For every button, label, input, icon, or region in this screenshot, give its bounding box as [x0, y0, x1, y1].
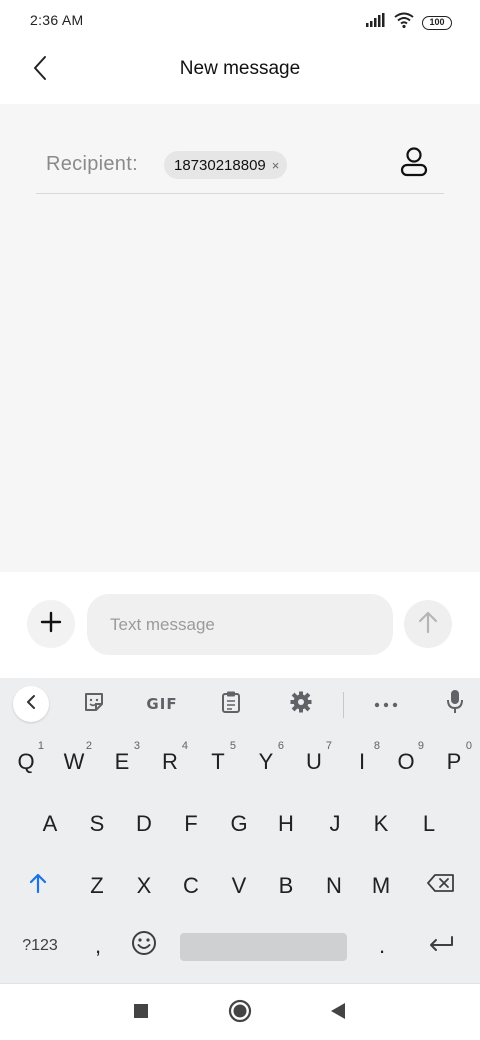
key-m[interactable]: M [357, 858, 405, 914]
enter-key[interactable] [416, 918, 466, 974]
more-horizontal-icon [374, 695, 398, 713]
keyboard-settings-button[interactable] [283, 686, 319, 722]
recents-button[interactable] [126, 998, 156, 1028]
enter-return-icon [427, 933, 455, 959]
key-k[interactable]: K [357, 796, 405, 852]
shift-arrow-icon [28, 872, 48, 900]
send-button[interactable] [404, 600, 452, 648]
square-icon [133, 1003, 149, 1024]
keyboard-toolbar: GIF [0, 678, 480, 730]
key-s[interactable]: S [73, 796, 121, 852]
recipient-row: Recipient: 18730218809 × [36, 134, 444, 194]
key-t[interactable]: T5 [194, 734, 242, 790]
attach-button[interactable] [27, 600, 75, 648]
triangle-back-icon [330, 1002, 346, 1025]
nav-back-button[interactable] [323, 998, 353, 1028]
circle-icon [228, 999, 252, 1028]
arrow-up-icon [417, 610, 439, 639]
recipient-chip-value: 18730218809 [174, 156, 266, 174]
voice-input-button[interactable] [437, 686, 473, 722]
contact-picker-button[interactable] [398, 146, 430, 182]
system-nav-bar [0, 983, 480, 1040]
emoji-key[interactable] [122, 918, 166, 974]
period-key[interactable]: . [360, 918, 404, 974]
symbols-key[interactable]: ?123 [12, 918, 68, 974]
clipboard-icon [221, 690, 241, 719]
clipboard-button[interactable] [213, 686, 249, 722]
key-a[interactable]: A [26, 796, 74, 852]
key-p[interactable]: P0 [430, 734, 478, 790]
home-button[interactable] [225, 998, 255, 1028]
key-i[interactable]: I8 [338, 734, 386, 790]
keyboard-collapse-button[interactable] [13, 686, 49, 722]
shift-key[interactable] [14, 858, 62, 914]
app-header: New message [0, 40, 480, 104]
microphone-icon [446, 689, 464, 720]
plus-icon [40, 611, 62, 638]
recipient-chip[interactable]: 18730218809 × [164, 151, 288, 179]
key-l[interactable]: L [405, 796, 453, 852]
emoji-icon [131, 930, 157, 962]
key-f[interactable]: F [167, 796, 215, 852]
backspace-icon [426, 873, 456, 899]
gif-button[interactable]: GIF [141, 686, 183, 722]
space-key[interactable] [180, 933, 347, 961]
battery-icon: 100 [422, 15, 452, 30]
key-d[interactable]: D [120, 796, 168, 852]
key-q[interactable]: Q1 [2, 734, 50, 790]
contact-person-icon [400, 146, 428, 182]
signal-icon [366, 13, 386, 32]
wifi-icon [394, 12, 414, 33]
key-g[interactable]: G [215, 796, 263, 852]
chip-remove-icon[interactable]: × [272, 159, 280, 172]
key-u[interactable]: U7 [290, 734, 338, 790]
sticker-icon [83, 691, 105, 718]
recipient-label: Recipient: [46, 153, 138, 175]
key-y[interactable]: Y6 [242, 734, 290, 790]
key-c[interactable]: C [167, 858, 215, 914]
chevron-left-icon [26, 694, 36, 715]
key-z[interactable]: Z [73, 858, 121, 914]
toolbar-divider [343, 692, 344, 718]
key-v[interactable]: V [215, 858, 263, 914]
status-icons: 100 [366, 12, 452, 33]
status-bar: 2:36 AM 100 [0, 0, 480, 40]
more-button[interactable] [368, 686, 404, 722]
key-x[interactable]: X [120, 858, 168, 914]
backspace-key[interactable] [416, 858, 466, 914]
comma-key[interactable]: , [76, 918, 120, 974]
compose-area: Recipient: 18730218809 × [0, 104, 480, 572]
key-j[interactable]: J [311, 796, 359, 852]
key-n[interactable]: N [310, 858, 358, 914]
gif-label: GIF [146, 695, 178, 713]
message-input-bar [0, 572, 480, 678]
key-b[interactable]: B [262, 858, 310, 914]
key-h[interactable]: H [262, 796, 310, 852]
key-w[interactable]: W2 [50, 734, 98, 790]
soft-keyboard: GIF Q 1 W 2 E 3 R 4 T 5 Y 6 U 7 I 8 O 9 … [0, 678, 480, 983]
key-e[interactable]: E3 [98, 734, 146, 790]
page-title: New message [179, 58, 301, 79]
key-o[interactable]: O9 [382, 734, 430, 790]
sticker-button[interactable] [76, 686, 112, 722]
gear-icon [290, 691, 312, 718]
status-time: 2:36 AM [30, 12, 84, 28]
message-input[interactable] [87, 594, 393, 655]
key-r[interactable]: R4 [146, 734, 194, 790]
